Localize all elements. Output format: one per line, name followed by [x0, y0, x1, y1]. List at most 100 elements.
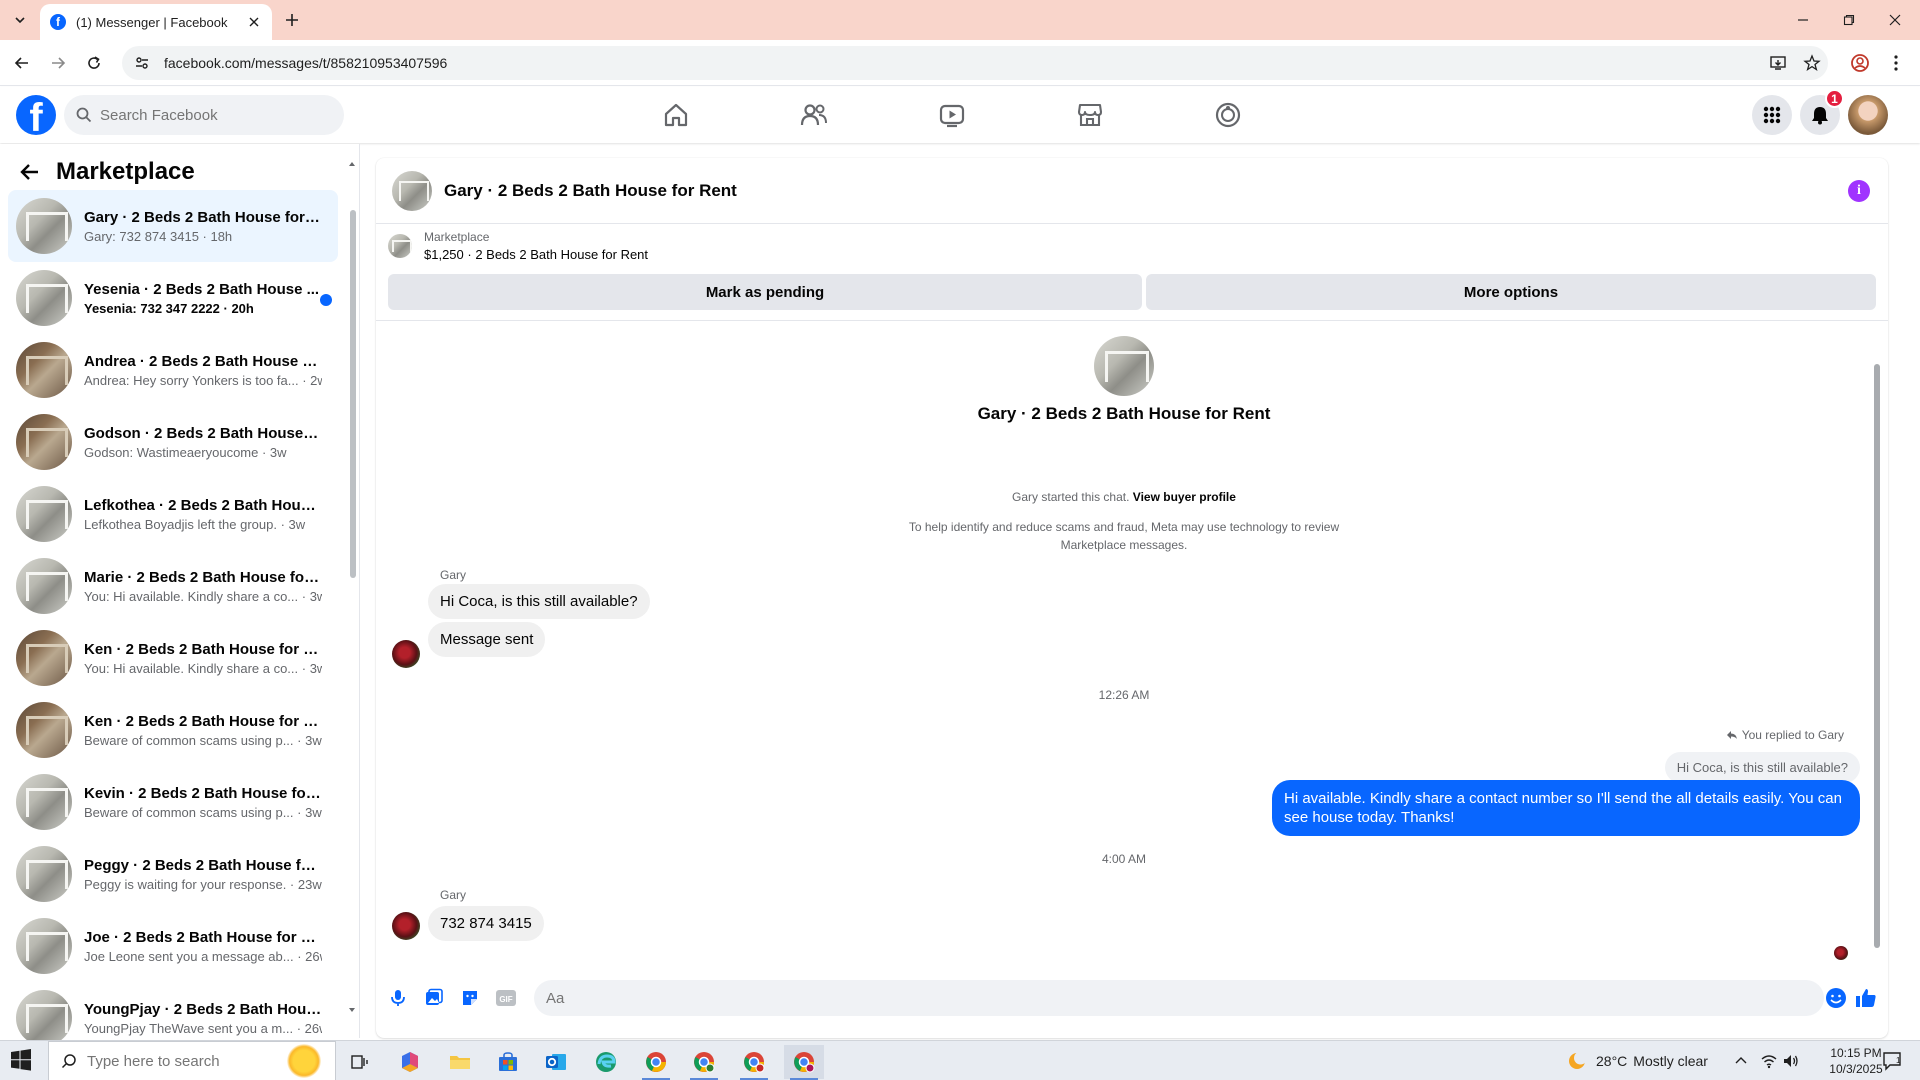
message-input[interactable] — [546, 989, 1746, 1007]
conversation-preview: You: Hi available. Kindly share a co... … — [84, 588, 322, 604]
conversation-name: Gary · 2 Beds 2 Bath House for R... — [84, 208, 322, 226]
emoji-icon[interactable] — [1824, 986, 1848, 1010]
mark-as-pending-button[interactable]: Mark as pending — [388, 274, 1142, 310]
incoming-message[interactable]: Hi Coca, is this still available? — [428, 584, 650, 619]
minimize-icon[interactable] — [1780, 0, 1826, 40]
taskbar-search-box[interactable] — [48, 1041, 336, 1080]
bookmark-star-icon[interactable] — [1800, 51, 1824, 75]
notification-badge: 1 — [1825, 89, 1844, 108]
outgoing-message[interactable]: Hi available. Kindly share a contact num… — [1272, 780, 1860, 836]
address-bar[interactable]: facebook.com/messages/t/858210953407596 — [122, 46, 1828, 80]
quoted-message[interactable]: Hi Coca, is this still available? — [1664, 752, 1860, 783]
listing-thumbnail — [16, 486, 72, 542]
facebook-logo-icon[interactable]: f — [16, 95, 56, 135]
facebook-favicon-icon: f — [50, 14, 66, 30]
conversation-item[interactable]: Godson · 2 Beds 2 Bath House f... Godson:… — [8, 406, 338, 478]
notification-center-count: 1 — [1896, 1056, 1901, 1065]
conversation-item[interactable]: Ken · 2 Beds 2 Bath House for R... Beware… — [8, 694, 338, 766]
profile-icon[interactable] — [1848, 51, 1872, 75]
conversation-item[interactable]: Yesenia · 2 Beds 2 Bath House ... Yesenia… — [8, 262, 338, 334]
facebook-search-input[interactable] — [100, 106, 320, 124]
chrome-profile-icon[interactable] — [684, 1045, 724, 1080]
site-info-icon[interactable] — [134, 55, 150, 71]
conversation-item[interactable]: Gary · 2 Beds 2 Bath House for R... Gary:… — [8, 190, 338, 262]
conversation-preview: YoungPjay TheWave sent you a m... · 26w — [84, 1020, 322, 1036]
back-arrow-icon[interactable] — [10, 51, 34, 75]
outlook-icon[interactable] — [536, 1045, 576, 1079]
notification-center-icon[interactable]: 1 — [1882, 1041, 1904, 1080]
tab-search-dropdown-icon[interactable] — [10, 10, 30, 30]
conversation-item[interactable]: Andrea · 2 Beds 2 Bath House fo... Andrea… — [8, 334, 338, 406]
sender-avatar[interactable] — [392, 912, 420, 940]
friends-icon[interactable] — [786, 95, 842, 135]
more-options-button[interactable]: More options — [1146, 274, 1876, 310]
gaming-icon[interactable] — [1200, 95, 1256, 135]
tab-close-icon[interactable] — [246, 14, 262, 30]
search-icon — [76, 107, 92, 123]
conversation-name: YoungPjay · 2 Beds 2 Bath Hous... — [84, 1000, 322, 1018]
browser-tab-messenger[interactable]: f (1) Messenger | Facebook — [40, 4, 272, 40]
show-hidden-icons-chevron-icon[interactable] — [1734, 1041, 1748, 1080]
message-input-box[interactable] — [534, 980, 1824, 1016]
listing-summary[interactable]: Marketplace $1,250 · 2 Beds 2 Bath House… — [388, 230, 648, 262]
video-icon[interactable] — [924, 95, 980, 135]
sender-avatar[interactable] — [392, 640, 420, 668]
close-window-icon[interactable] — [1872, 0, 1918, 40]
file-explorer-icon[interactable] — [440, 1045, 480, 1079]
chrome-profile-icon[interactable] — [734, 1045, 774, 1080]
install-app-icon[interactable] — [1766, 51, 1790, 75]
back-arrow-icon[interactable] — [16, 158, 44, 186]
account-avatar[interactable] — [1848, 95, 1888, 135]
conversation-name: Marie · 2 Beds 2 Bath House for ... — [84, 568, 322, 586]
conversation-name: Peggy · 2 Beds 2 Bath House for... — [84, 856, 322, 874]
thumbs-up-icon[interactable] — [1854, 986, 1878, 1010]
conversation-preview: Yesenia: 732 347 2222 · 20h — [84, 300, 254, 316]
chat-title[interactable]: Gary · 2 Beds 2 Bath House for Rent — [444, 181, 737, 201]
view-buyer-profile-link[interactable]: View buyer profile — [1133, 490, 1236, 504]
taskbar-search-input[interactable] — [87, 1052, 247, 1070]
edge-browser-icon[interactable] — [586, 1045, 626, 1079]
info-icon[interactable]: i — [1848, 180, 1870, 202]
replied-to-label: You replied to Gary — [1726, 728, 1844, 742]
chrome-icon[interactable] — [636, 1045, 676, 1080]
new-tab-icon[interactable] — [282, 10, 302, 30]
incoming-message[interactable]: 732 874 3415 — [428, 906, 544, 941]
header-divider — [376, 320, 1888, 321]
facebook-search-box[interactable] — [64, 95, 344, 135]
conversation-item[interactable]: Peggy · 2 Beds 2 Bath House for... Peggy … — [8, 838, 338, 910]
microphone-icon[interactable] — [386, 986, 410, 1010]
home-icon[interactable] — [648, 95, 704, 135]
tab-title: (1) Messenger | Facebook — [76, 14, 228, 30]
notifications-bell-icon[interactable]: 1 — [1800, 89, 1844, 135]
conversation-item[interactable]: Lefkothea · 2 Beds 2 Bath House... Lefkot… — [8, 478, 338, 550]
conversation-item[interactable]: Marie · 2 Beds 2 Bath House for ... You: … — [8, 550, 338, 622]
browser-menu-icon[interactable] — [1884, 51, 1908, 75]
conversation-preview: Godson: Wastimeaeryoucome · 3w — [84, 444, 287, 460]
photo-gallery-icon[interactable] — [422, 986, 446, 1010]
sticker-icon[interactable] — [458, 986, 482, 1010]
restore-icon[interactable] — [1826, 0, 1872, 40]
menu-grid-icon[interactable] — [1752, 95, 1792, 135]
chrome-active-window-icon[interactable] — [784, 1045, 824, 1080]
volume-icon[interactable] — [1782, 1041, 1800, 1080]
weather-widget[interactable]: 28°C Mostly clear — [1566, 1041, 1708, 1080]
microsoft-store-icon[interactable] — [488, 1045, 528, 1079]
incoming-message[interactable]: Message sent — [428, 622, 546, 657]
gif-icon[interactable]: GIF — [494, 986, 518, 1010]
chat-started-text: Gary started this chat. — [1012, 490, 1130, 504]
sidebar-scrollbar-thumb[interactable] — [350, 210, 356, 578]
windows-start-icon[interactable] — [10, 1049, 36, 1073]
reload-icon[interactable] — [82, 51, 106, 75]
task-view-icon[interactable] — [340, 1045, 380, 1079]
microsoft-365-icon[interactable] — [390, 1045, 430, 1079]
chat-listing-thumbnail[interactable] — [392, 170, 432, 211]
network-icon[interactable] — [1760, 1041, 1778, 1080]
chat-scrollbar-thumb[interactable] — [1874, 364, 1880, 948]
forward-arrow-icon[interactable] — [46, 51, 70, 75]
conversation-item[interactable]: Kevin · 2 Beds 2 Bath House for ... Bewar… — [8, 766, 338, 838]
conversation-item[interactable]: Joe · 2 Beds 2 Bath House for Re... Joe L… — [8, 910, 338, 982]
listing-thumbnail — [16, 198, 72, 254]
listing-thumbnail — [16, 774, 72, 830]
marketplace-icon[interactable] — [1062, 95, 1118, 135]
conversation-item[interactable]: Ken · 2 Beds 2 Bath House for R... You: H… — [8, 622, 338, 694]
